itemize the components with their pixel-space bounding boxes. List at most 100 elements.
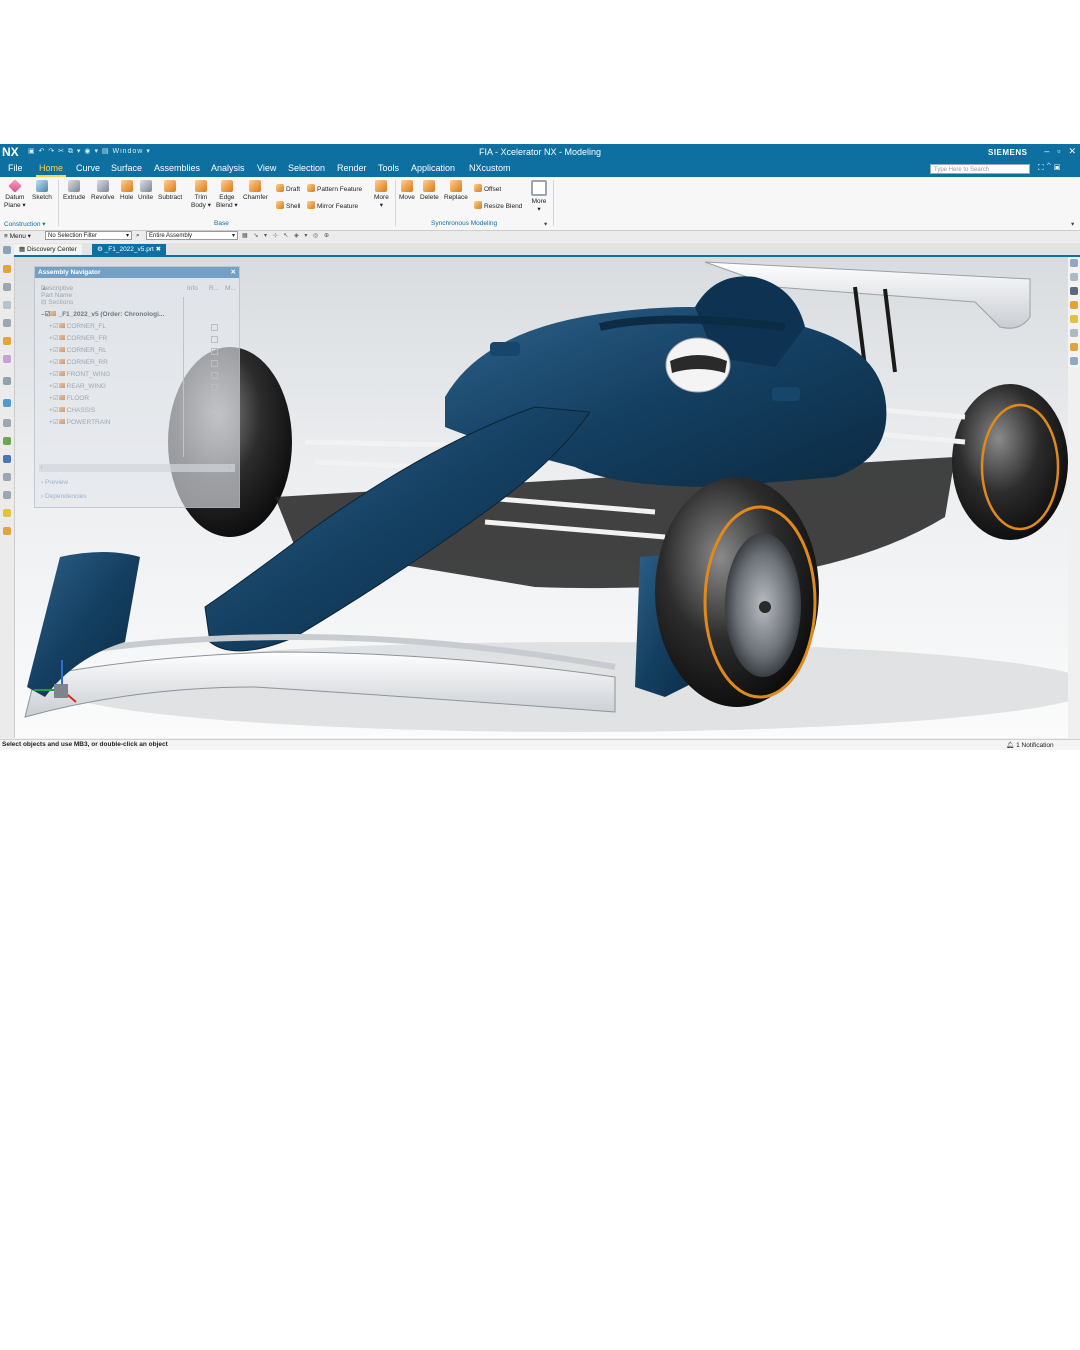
- tree-node[interactable]: +☑ REAR_WING: [49, 382, 106, 390]
- edge-blend-button[interactable]: Edge Blend ▾: [216, 180, 238, 210]
- web-browser-icon[interactable]: [3, 355, 11, 363]
- column-info[interactable]: Info: [187, 285, 198, 292]
- selection-scope-dropdown[interactable]: Entire Assembly ▾: [146, 231, 238, 240]
- hole-button[interactable]: Hole: [120, 180, 133, 202]
- tab-selection[interactable]: Selection: [288, 163, 325, 173]
- sections-node[interactable]: ⊟ Sections: [41, 298, 73, 306]
- roles-icon[interactable]: [3, 419, 11, 427]
- ribbon-controls[interactable]: ⛶⌃▣: [1038, 163, 1063, 173]
- settings-icon[interactable]: [3, 246, 11, 254]
- more-sync-button[interactable]: More ▾: [531, 180, 547, 214]
- tab-surface[interactable]: Surface: [111, 163, 142, 173]
- tab-tools[interactable]: Tools: [378, 163, 399, 173]
- column-r[interactable]: R...: [209, 285, 219, 292]
- tab-analysis[interactable]: Analysis: [211, 163, 245, 173]
- history-icon[interactable]: [3, 377, 11, 385]
- tab-discovery-center[interactable]: ▦ Discovery Center: [14, 244, 82, 255]
- delete-face-button[interactable]: Delete: [420, 180, 439, 202]
- tab-file[interactable]: File: [8, 163, 23, 173]
- close-icon[interactable]: ✕: [1068, 146, 1076, 156]
- unite-button[interactable]: Unite: [138, 180, 153, 202]
- tab-curve[interactable]: Curve: [76, 163, 100, 173]
- tree-node[interactable]: +☑ POWERTRAIN: [49, 418, 111, 426]
- status-checkbox[interactable]: [211, 420, 218, 427]
- tab-part-file[interactable]: ⚙ _F1_2022_v5.prt ✖: [92, 244, 167, 255]
- edit-object-display-icon[interactable]: [1070, 301, 1078, 309]
- clip-section-icon[interactable]: [1070, 329, 1078, 337]
- view-orient-icon[interactable]: [1070, 259, 1078, 267]
- extrude-button[interactable]: Extrude: [63, 180, 85, 202]
- status-checkbox[interactable]: [211, 408, 218, 415]
- tab-nxcustom[interactable]: NXcustom: [469, 163, 511, 173]
- tree-node[interactable]: +☑ CORNER_RL: [49, 346, 107, 354]
- column-m[interactable]: M...: [225, 285, 236, 292]
- tree-node[interactable]: +☑ CORNER_FL: [49, 322, 106, 330]
- reuse-library-icon[interactable]: [3, 319, 11, 327]
- reuse-icon[interactable]: [3, 473, 11, 481]
- status-checkbox[interactable]: [211, 396, 218, 403]
- revolve-button[interactable]: Revolve: [91, 180, 114, 202]
- group-construction[interactable]: Construction ▾: [4, 220, 46, 228]
- menu-dropdown[interactable]: ≡ Menu ▾: [4, 232, 31, 240]
- tab-view[interactable]: View: [257, 163, 276, 173]
- tree-node[interactable]: +☑ FRONT_WING: [49, 370, 110, 378]
- tree-node[interactable]: +☑ FLOOR: [49, 394, 89, 402]
- close-icon[interactable]: ✕: [231, 267, 236, 278]
- render-style-icon[interactable]: [1070, 273, 1078, 281]
- snap-point-toolbar[interactable]: ▦ ↘ ▾ ⊹ ↖ ◈ ▾ ◎ ⊕: [242, 232, 331, 239]
- root-assembly-node[interactable]: –☑ _F1_2022_v5 (Order: Chronologi...: [41, 310, 164, 318]
- tab-render[interactable]: Render: [337, 163, 367, 173]
- system-materials-icon[interactable]: [3, 437, 11, 445]
- tab-assemblies[interactable]: Assemblies: [154, 163, 200, 173]
- palette-icon[interactable]: [3, 491, 11, 499]
- replace-face-button[interactable]: Replace: [444, 180, 468, 202]
- fit-view-icon[interactable]: [1070, 357, 1078, 365]
- selection-filter-dropdown[interactable]: No Selection Filter ▾: [45, 231, 132, 240]
- tab-application[interactable]: Application: [411, 163, 455, 173]
- tab-home[interactable]: Home: [39, 163, 63, 173]
- command-search-input[interactable]: Type Here to Search: [930, 164, 1030, 174]
- sketch-button[interactable]: Sketch: [32, 180, 52, 202]
- show-hide-icon[interactable]: [1070, 315, 1078, 323]
- measure-icon[interactable]: [1070, 343, 1078, 351]
- navigator-horizontal-scrollbar[interactable]: ‹ ›: [39, 464, 235, 472]
- subtract-button[interactable]: Subtract: [158, 180, 182, 202]
- notification-indicator[interactable]: 🔔︎ 1 Notification: [1006, 741, 1054, 749]
- status-checkbox[interactable]: [211, 372, 218, 379]
- status-checkbox[interactable]: [211, 336, 218, 343]
- visual-reports-icon[interactable]: [3, 527, 11, 535]
- manufacturing-wizards-icon[interactable]: [3, 455, 11, 463]
- hd3d-tools-icon[interactable]: [3, 337, 11, 345]
- dependencies-panel-toggle[interactable]: › Dependencies: [41, 493, 87, 500]
- status-checkbox[interactable]: [211, 384, 218, 391]
- tree-node[interactable]: +☑ CORNER_RR: [49, 358, 108, 366]
- status-checkbox[interactable]: [211, 348, 218, 355]
- shaded-icon[interactable]: [1070, 287, 1078, 295]
- restore-icon[interactable]: ▫: [1057, 146, 1060, 156]
- datum-plane-button[interactable]: Datum Plane ▾: [4, 179, 26, 210]
- group-sync-expand[interactable]: ▾: [544, 220, 547, 228]
- status-checkbox[interactable]: [211, 360, 218, 367]
- offset-face-button[interactable]: Offset: [474, 184, 501, 193]
- tree-node[interactable]: +☑ CORNER_FR: [49, 334, 107, 342]
- assembly-navigator-icon[interactable]: [3, 265, 11, 273]
- shell-button[interactable]: Shell: [276, 201, 300, 210]
- preview-panel-toggle[interactable]: › Preview: [41, 479, 68, 486]
- mirror-feature-button[interactable]: Mirror Feature: [307, 201, 358, 210]
- tree-node[interactable]: +☑ CHASSIS: [49, 406, 95, 414]
- column-descriptive-part-name[interactable]: Descriptive Part Name ▲: [41, 285, 73, 299]
- templates-icon[interactable]: [3, 509, 11, 517]
- resize-blend-button[interactable]: Resize Blend: [474, 201, 522, 210]
- minimize-icon[interactable]: –: [1044, 146, 1049, 156]
- pattern-feature-button[interactable]: Pattern Feature: [307, 184, 362, 193]
- process-studio-icon[interactable]: [3, 399, 11, 407]
- move-face-button[interactable]: Move: [399, 180, 415, 202]
- ribbon-expand[interactable]: ▾: [1071, 220, 1074, 228]
- draft-button[interactable]: Draft: [276, 184, 300, 193]
- trim-body-button[interactable]: Trim Body ▾: [191, 180, 211, 210]
- more-base-button[interactable]: More ▾: [374, 180, 389, 210]
- chamfer-button[interactable]: Chamfer: [243, 180, 268, 202]
- status-checkbox[interactable]: [211, 324, 218, 331]
- part-navigator-icon[interactable]: [3, 301, 11, 309]
- constraint-navigator-icon[interactable]: [3, 283, 11, 291]
